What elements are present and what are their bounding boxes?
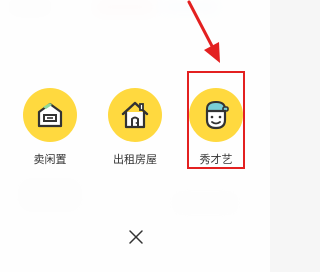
box-house-icon (37, 102, 63, 128)
highlight-box (187, 71, 245, 169)
action-icon-circle (23, 88, 77, 142)
action-label: 出租房屋 (113, 153, 157, 166)
action-icon-circle (108, 88, 162, 142)
action-rent-house[interactable]: 出租房屋 (95, 88, 175, 168)
close-icon[interactable] (127, 228, 145, 246)
action-sell-idle[interactable]: 卖闲置 (10, 88, 90, 168)
house-icon (121, 101, 149, 129)
action-label: 卖闲置 (33, 153, 67, 166)
